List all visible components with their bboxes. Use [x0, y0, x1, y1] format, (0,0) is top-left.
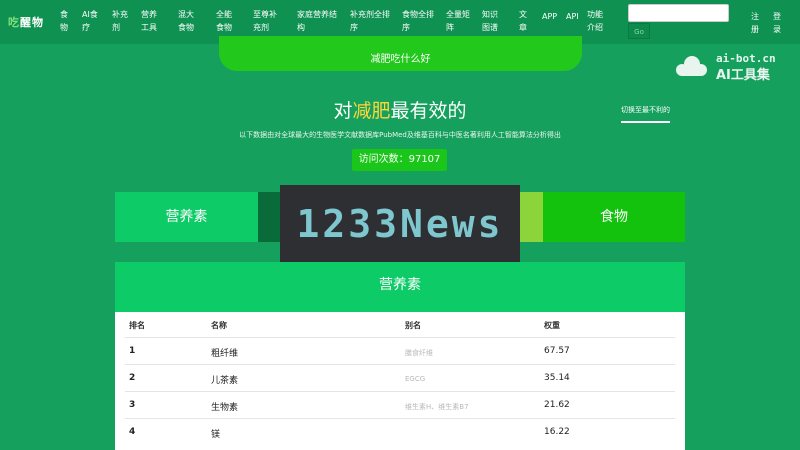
logo-part-white: 醒: [20, 16, 32, 29]
tab-foods[interactable]: 食物: [543, 192, 685, 242]
title-pre: 对: [333, 100, 353, 122]
nav-item-ai-therapy[interactable]: AI食疗: [82, 8, 100, 34]
login-link[interactable]: 登录: [773, 10, 783, 36]
table-row[interactable]: 2 儿茶素 EGCG 35.14: [125, 364, 675, 391]
watermark: ai-bot.cn AI工具集: [672, 50, 796, 83]
tab-divider-dark: [258, 192, 280, 242]
nav-item-features[interactable]: 功能介绍: [587, 8, 609, 34]
row-rank: 1: [129, 346, 136, 356]
table-row[interactable]: 1 粗纤维 膳食纤维 67.57: [125, 337, 675, 364]
header-rank: 排名: [129, 321, 145, 330]
row-weight: 16.22: [544, 427, 570, 437]
data-source-note: 以下数据由对全球最大的生物医学文献数据库PubMed及维基百科与中医名著利用人工…: [239, 131, 561, 139]
search-term-pill[interactable]: 减肥吃什么好: [219, 36, 582, 71]
nav-item-top-supplements[interactable]: 至尊补充剂: [253, 8, 283, 34]
nav-item-full-matrix[interactable]: 全量矩阵: [446, 8, 470, 34]
row-alias: EGCG: [405, 375, 426, 383]
row-rank: 3: [129, 400, 136, 410]
row-name[interactable]: 粗纤维: [211, 346, 238, 359]
nav-item-family-nutrition[interactable]: 家庭营养结构: [297, 8, 337, 34]
nav-item-big-foods[interactable]: 混大食物: [178, 8, 198, 34]
tab-nutrients[interactable]: 营养素: [115, 192, 258, 242]
switch-to-worst-link[interactable]: 切换至最不利的: [621, 105, 670, 123]
nav-item-articles[interactable]: 文章: [519, 8, 529, 34]
row-weight: 21.62: [544, 400, 570, 410]
header-name: 名称: [211, 321, 227, 330]
search-term-text: 减肥吃什么好: [370, 54, 431, 65]
nav-item-supplement-ranking[interactable]: 补充剂全排序: [350, 8, 390, 34]
ad-banner[interactable]: 1233News: [280, 185, 520, 265]
ad-text: 1233News: [296, 202, 504, 246]
row-alias: 维生素H、维生素B7: [405, 403, 469, 411]
nav-item-api[interactable]: API: [566, 10, 579, 23]
nutrient-table-title: 营养素: [115, 262, 685, 312]
title-highlight: 减肥: [352, 100, 391, 122]
logo-part-tail: 物: [32, 16, 44, 29]
row-name[interactable]: 儿茶素: [211, 373, 238, 386]
cloud-logo-icon: [676, 56, 707, 76]
row-alias: 膳食纤维: [405, 349, 433, 357]
register-link[interactable]: 注册: [751, 10, 761, 36]
table-row[interactable]: 4 镁 16.22: [125, 418, 675, 445]
page-title: 对减肥最有效的: [0, 96, 800, 123]
nav-item-food[interactable]: 食物: [60, 8, 70, 34]
row-name[interactable]: 生物素: [211, 400, 238, 413]
row-rank: 2: [129, 373, 136, 383]
watermark-brand: AI工具集: [716, 68, 770, 83]
title-post: 最有效的: [390, 100, 467, 122]
row-rank: 4: [129, 427, 136, 437]
nav-item-app[interactable]: APP: [542, 10, 557, 23]
nav-item-nutrition-tools[interactable]: 营养工具: [141, 8, 161, 34]
row-weight: 35.14: [544, 373, 570, 383]
row-name[interactable]: 镁: [211, 427, 220, 440]
nutrient-table: 排名 名称 别名 权重 1 粗纤维 膳食纤维 67.57 2 儿茶素 EGCG …: [115, 312, 685, 450]
header-weight: 权重: [544, 321, 560, 330]
visit-counter: 访问次数：97107: [352, 149, 447, 171]
go-button[interactable]: Go: [628, 23, 650, 39]
nav-item-knowledge-graph[interactable]: 知识图谱: [482, 8, 502, 34]
nav-item-supplements[interactable]: 补充剂: [112, 8, 130, 34]
site-logo[interactable]: 吃醒物: [8, 14, 44, 30]
logo-part-green: 吃: [8, 16, 20, 29]
header-alias: 别名: [405, 321, 421, 330]
search-input[interactable]: [628, 4, 729, 22]
nav-item-all-round-foods[interactable]: 全能食物: [216, 8, 236, 34]
nav-item-food-ranking[interactable]: 食物全排序: [402, 8, 436, 34]
tab-divider-light: [520, 192, 543, 242]
table-row[interactable]: 3 生物素 维生素H、维生素B7 21.62: [125, 391, 675, 418]
row-weight: 67.57: [544, 346, 570, 356]
